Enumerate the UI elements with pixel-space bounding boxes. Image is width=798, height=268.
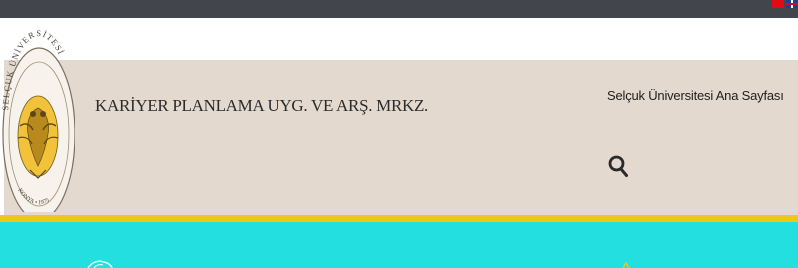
selcuk-university-seal-icon[interactable]: SELÇUK ÜNİVERSİTESİ KONYA • 1975 bbox=[0, 26, 75, 212]
site-header bbox=[4, 60, 798, 215]
uk-flag-icon[interactable] bbox=[786, 0, 798, 8]
site-title[interactable]: KARİYER PLANLAMA UYG. VE ARŞ. MRKZ. bbox=[95, 96, 428, 116]
banner-area bbox=[0, 222, 798, 268]
language-selector bbox=[772, 0, 798, 8]
top-bar bbox=[0, 0, 798, 18]
header-divider bbox=[0, 215, 798, 222]
search-icon[interactable] bbox=[607, 153, 629, 179]
banner-accent-icon bbox=[622, 262, 630, 268]
university-home-link[interactable]: Selçuk Üniversitesi Ana Sayfası bbox=[607, 88, 784, 103]
banner-decoration-icon bbox=[87, 260, 113, 268]
white-strip bbox=[0, 18, 798, 60]
turkey-flag-icon[interactable] bbox=[772, 0, 784, 8]
